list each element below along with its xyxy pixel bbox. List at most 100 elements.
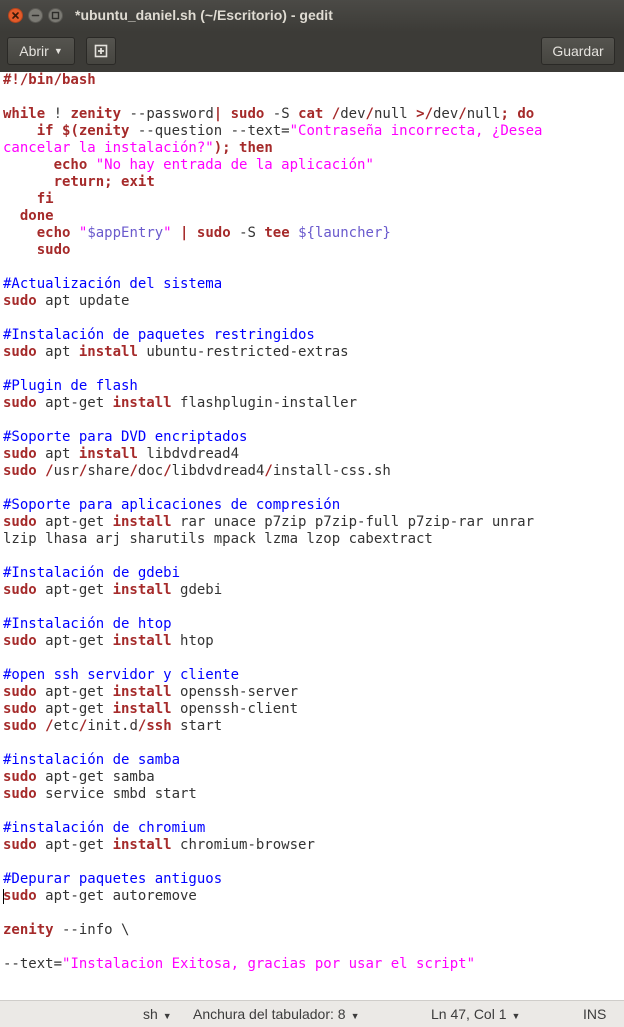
code-line[interactable]: #instalación de samba bbox=[3, 752, 542, 769]
code-line[interactable] bbox=[3, 735, 542, 752]
code-token: openssh-server bbox=[171, 684, 299, 700]
language-selector[interactable]: sh ▼ bbox=[143, 1006, 172, 1022]
code-line[interactable]: while ! zenity --password| sudo -S cat /… bbox=[3, 106, 542, 123]
code-line[interactable] bbox=[3, 650, 542, 667]
code-token: usr bbox=[53, 463, 79, 479]
code-line[interactable] bbox=[3, 480, 542, 497]
text-editor-area[interactable]: #!/bin/bash while ! zenity --password| su… bbox=[0, 72, 624, 1000]
code-line[interactable] bbox=[3, 854, 542, 871]
code-line[interactable]: #Plugin de flash bbox=[3, 378, 542, 395]
code-token: #instalación de samba bbox=[3, 752, 181, 768]
code-line[interactable]: sudo apt-get samba bbox=[3, 769, 542, 786]
tab-width-selector[interactable]: Anchura del tabulador: 8 ▼ bbox=[193, 1006, 359, 1022]
code-line[interactable]: sudo apt-get install flashplugin-install… bbox=[3, 395, 542, 412]
code-line[interactable]: cancelar la instalación?"); then bbox=[3, 140, 542, 157]
code-token: init.d bbox=[87, 718, 138, 734]
code-line[interactable]: sudo apt install ubuntu-restricted-extra… bbox=[3, 344, 542, 361]
code-line[interactable] bbox=[3, 361, 542, 378]
code-token: sudo bbox=[3, 633, 37, 649]
code-view[interactable]: #!/bin/bash while ! zenity --password| su… bbox=[3, 72, 542, 973]
code-token: openssh-client bbox=[171, 701, 299, 717]
maximize-window-button[interactable] bbox=[48, 8, 63, 23]
code-token: apt-get bbox=[36, 633, 113, 649]
code-line[interactable]: #Instalación de htop bbox=[3, 616, 542, 633]
code-line[interactable]: if $(zenity --question --text="Contraseñ… bbox=[3, 123, 543, 140]
code-token: zenity bbox=[3, 922, 54, 938]
code-token: libdvdread4 bbox=[171, 463, 265, 479]
code-line[interactable] bbox=[3, 803, 542, 820]
code-line[interactable] bbox=[3, 89, 542, 106]
code-token: -S bbox=[230, 225, 265, 241]
code-line[interactable]: #instalación de chromium bbox=[3, 820, 542, 837]
code-line[interactable]: --text="Instalacion Exitosa, gracias por… bbox=[3, 956, 542, 973]
code-line[interactable]: sudo apt-get install rar unace p7zip p7z… bbox=[3, 514, 542, 531]
code-token: sudo bbox=[36, 242, 71, 258]
code-line[interactable] bbox=[3, 259, 542, 276]
code-token: #Soporte para aplicaciones de compresión bbox=[3, 497, 341, 513]
code-token: zenity bbox=[78, 123, 130, 139]
code-line[interactable]: #open ssh servidor y cliente bbox=[3, 667, 542, 684]
code-line[interactable]: sudo apt-get install openssh-client bbox=[3, 701, 542, 718]
code-line[interactable]: echo "No hay entrada de la aplicación" bbox=[3, 157, 542, 174]
minimize-window-button[interactable] bbox=[28, 8, 43, 23]
code-line[interactable]: lzip lhasa arj sharutils mpack lzma lzop… bbox=[3, 531, 542, 548]
code-token: htop bbox=[171, 633, 214, 649]
code-token: / bbox=[264, 463, 273, 479]
open-button[interactable]: Abrir ▼ bbox=[7, 37, 75, 65]
code-line[interactable]: fi bbox=[3, 191, 542, 208]
code-token: fi bbox=[36, 191, 54, 207]
chevron-down-icon: ▼ bbox=[162, 1011, 172, 1021]
code-line[interactable]: #Depurar paquetes antiguos bbox=[3, 871, 542, 888]
code-token: lzip lhasa arj sharutils mpack lzma lzop… bbox=[3, 531, 433, 547]
code-line[interactable]: sudo /usr/share/doc/libdvdread4/install-… bbox=[3, 463, 542, 480]
cursor-position[interactable]: Ln 47, Col 1 ▼ bbox=[431, 1006, 520, 1022]
code-line[interactable] bbox=[3, 905, 542, 922]
code-token: apt-get autoremove bbox=[36, 888, 197, 904]
code-line[interactable]: echo "$appEntry" | sudo -S tee ${launche… bbox=[3, 225, 542, 242]
code-line[interactable] bbox=[3, 599, 542, 616]
code-line[interactable]: sudo bbox=[3, 242, 542, 259]
code-line[interactable]: #Soporte para DVD encriptados bbox=[3, 429, 542, 446]
code-token: while bbox=[3, 106, 46, 122]
code-line[interactable]: #Instalación de gdebi bbox=[3, 565, 542, 582]
code-line[interactable]: sudo service smbd start bbox=[3, 786, 542, 803]
code-line[interactable]: #!/bin/bash bbox=[3, 72, 542, 89]
code-token: zenity bbox=[70, 106, 122, 122]
code-token: | bbox=[213, 106, 223, 122]
new-document-button[interactable] bbox=[86, 37, 116, 65]
save-button[interactable]: Guardar bbox=[541, 37, 615, 65]
code-token: apt-get bbox=[36, 582, 113, 598]
close-window-button[interactable] bbox=[8, 8, 23, 23]
code-line[interactable] bbox=[3, 548, 542, 565]
code-token: sudo bbox=[3, 514, 37, 530]
code-token: done bbox=[19, 208, 54, 224]
code-line[interactable]: sudo apt-get install htop bbox=[3, 633, 542, 650]
code-token: share bbox=[87, 463, 130, 479]
code-line[interactable]: sudo apt-get install openssh-server bbox=[3, 684, 542, 701]
code-token: install bbox=[112, 701, 172, 717]
code-token: / bbox=[45, 718, 54, 734]
code-token: sudo bbox=[3, 582, 37, 598]
code-line[interactable]: sudo apt-get install chromium-browser bbox=[3, 837, 542, 854]
code-line[interactable]: sudo /etc/init.d/ssh start bbox=[3, 718, 542, 735]
code-token: install bbox=[78, 446, 138, 462]
code-line[interactable]: done bbox=[3, 208, 542, 225]
code-line[interactable] bbox=[3, 310, 542, 327]
code-token: sudo bbox=[3, 293, 37, 309]
code-line[interactable]: #Actualización del sistema bbox=[3, 276, 542, 293]
code-line[interactable]: #Soporte para aplicaciones de compresión bbox=[3, 497, 542, 514]
code-line[interactable] bbox=[3, 412, 542, 429]
code-line[interactable]: sudo apt-get install gdebi bbox=[3, 582, 542, 599]
chevron-down-icon: ▼ bbox=[350, 1011, 360, 1021]
code-line[interactable]: sudo apt-get autoremove bbox=[3, 888, 542, 905]
code-line[interactable]: #Instalación de paquetes restringidos bbox=[3, 327, 542, 344]
code-line[interactable]: sudo apt install libdvdread4 bbox=[3, 446, 542, 463]
code-line[interactable]: return; exit bbox=[3, 174, 542, 191]
code-line[interactable] bbox=[3, 939, 542, 956]
code-line[interactable]: zenity --info \ bbox=[3, 922, 542, 939]
code-line[interactable]: sudo apt update bbox=[3, 293, 542, 310]
code-token: sudo bbox=[3, 837, 37, 853]
